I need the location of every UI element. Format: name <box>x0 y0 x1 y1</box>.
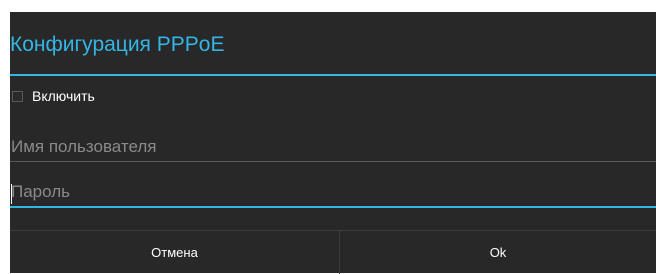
enable-checkbox-label: Включить <box>32 88 95 104</box>
ok-button[interactable]: Ok <box>340 231 656 274</box>
cancel-button[interactable]: Отмена <box>10 231 340 274</box>
text-cursor <box>11 184 12 204</box>
dialog-title: Конфигурация PPPoE <box>10 33 225 56</box>
dialog-button-bar: Отмена Ok <box>10 230 656 274</box>
enable-checkbox[interactable]: Включить <box>12 86 95 106</box>
pppoe-config-dialog: Конфигурация PPPoE Включить Отмена Ok <box>10 12 656 274</box>
title-divider <box>10 74 656 76</box>
password-field[interactable] <box>10 178 656 208</box>
checkbox-box-icon[interactable] <box>12 90 23 102</box>
username-field[interactable] <box>10 132 656 162</box>
dialog-title-bar: Конфигурация PPPoE <box>10 12 656 74</box>
